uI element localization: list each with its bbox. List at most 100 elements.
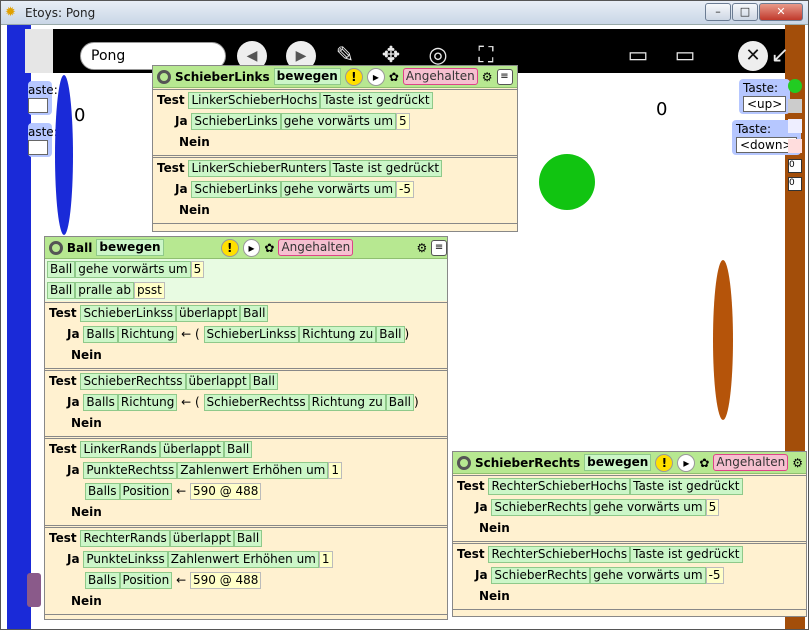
position-value-tile[interactable]: 590 @ 488 xyxy=(189,572,262,589)
close-window-button[interactable]: ✕ xyxy=(759,3,803,21)
object-tile[interactable]: Ball xyxy=(376,326,405,343)
maximize-button[interactable]: □ xyxy=(732,3,758,21)
script-menu-icon[interactable]: ≡ xyxy=(496,68,513,85)
score-thumb-icon[interactable]: 0 xyxy=(788,177,802,191)
command-tile[interactable]: gehe vorwärts um xyxy=(280,113,397,130)
script-ball-bewegen[interactable]: Ball bewegen ! ▸ ✿ Angehalten ⚙ ≡ Ball ge… xyxy=(44,236,448,620)
status-selector[interactable]: Angehalten xyxy=(278,239,354,256)
script-header[interactable]: Ball bewegen ! ▸ ✿ Angehalten ⚙ ≡ xyxy=(45,237,447,259)
assign-arrow[interactable]: ← xyxy=(176,484,186,498)
condition-tile[interactable]: Taste ist gedrückt xyxy=(630,546,743,563)
object-tile[interactable]: Balls xyxy=(85,572,120,589)
condition-tile[interactable]: RechterRands xyxy=(80,530,170,547)
object-tile[interactable]: Balls xyxy=(85,483,120,500)
script-options-icon[interactable]: ⚙ xyxy=(416,241,427,255)
test-block[interactable]: Test SchieberLinkss überlappt Ball Ja Ball… xyxy=(45,302,447,369)
condition-tile[interactable]: überlappt xyxy=(159,441,224,458)
script-schieberlinks-bewegen[interactable]: SchieberLinks bewegen ! ▸ ✿ Angehalten ⚙… xyxy=(152,65,518,232)
command-tile[interactable]: pralle ab xyxy=(75,282,135,299)
value-tile[interactable]: -5 xyxy=(396,181,415,198)
object-tile[interactable]: Balls xyxy=(83,326,118,343)
script-handle-icon[interactable] xyxy=(157,69,171,84)
condition-tile[interactable]: LinkerSchieberRunters xyxy=(188,160,330,177)
object-tile[interactable]: SchieberRechts xyxy=(491,567,591,584)
function-tile[interactable]: Richtung zu xyxy=(308,394,386,411)
script-handle-icon[interactable] xyxy=(49,240,63,255)
key-value[interactable]: <up> xyxy=(743,96,787,112)
status-selector[interactable]: Angehalten xyxy=(713,454,789,471)
run-once-button[interactable]: ! xyxy=(344,67,363,86)
open-folder-icon[interactable]: ▭ xyxy=(623,41,653,71)
command-tile[interactable]: gehe vorwärts um xyxy=(590,499,706,516)
value-tile[interactable]: 5 xyxy=(190,261,205,278)
condition-tile[interactable]: überlappt xyxy=(169,530,234,547)
condition-tile[interactable]: RechterSchieberHochs xyxy=(488,478,631,495)
condition-tile[interactable]: LinkerSchieberHochs xyxy=(188,92,321,109)
command-tile[interactable]: gehe vorwärts um xyxy=(75,261,191,278)
trash-icon[interactable] xyxy=(27,573,41,607)
script-name[interactable]: bewegen xyxy=(273,68,341,85)
run-once-button[interactable]: ! xyxy=(655,453,674,472)
test-block[interactable]: Test RechterSchieberHochs Taste ist gedrü… xyxy=(453,475,806,542)
condition-tile[interactable]: LinkerRands xyxy=(80,441,160,458)
object-tile[interactable]: Ball xyxy=(47,282,76,299)
condition-tile[interactable]: Ball xyxy=(223,441,253,458)
key-tile-up[interactable]: Taste: <up> xyxy=(739,79,791,114)
command-tile[interactable]: gehe vorwärts um xyxy=(590,567,706,584)
minimize-button[interactable]: – xyxy=(705,3,731,21)
tick-icon[interactable]: ✿ xyxy=(264,241,274,255)
object-tile[interactable]: Balls xyxy=(83,394,118,411)
right-paddle[interactable] xyxy=(713,260,733,420)
condition-tile[interactable]: Ball xyxy=(233,530,263,547)
object-tile[interactable]: Ball xyxy=(385,394,415,411)
condition-tile[interactable]: Ball xyxy=(240,305,269,322)
etoys-world[interactable]: Pong ◀ ▶ ✎ ✥ ◎ ⛶ ▭ ▭ ✕ ↙ 0 0 aste: aste:… xyxy=(1,25,808,629)
score-left[interactable]: 0 xyxy=(74,105,85,126)
assign-arrow[interactable]: ← xyxy=(181,327,191,341)
script-menu-icon[interactable]: ≡ xyxy=(431,239,447,256)
ball[interactable] xyxy=(539,154,595,210)
test-block[interactable]: Test LinkerSchieberRunters Taste ist gedr… xyxy=(153,157,517,224)
value-tile[interactable]: 5 xyxy=(396,113,410,130)
assign-arrow[interactable]: ← xyxy=(181,395,191,409)
value-tile[interactable]: -5 xyxy=(705,567,724,584)
command-tile[interactable]: gehe vorwärts um xyxy=(280,181,397,198)
object-tile[interactable]: SchieberLinks xyxy=(191,113,281,130)
tick-icon[interactable]: ✿ xyxy=(389,70,399,84)
function-tile[interactable]: Richtung zu xyxy=(299,326,377,343)
script-name[interactable]: bewegen xyxy=(96,239,164,256)
condition-tile[interactable]: Taste ist gedrückt xyxy=(630,478,743,495)
condition-tile[interactable]: SchieberRechtss xyxy=(80,373,186,390)
script-options-icon[interactable]: ⚙ xyxy=(482,70,493,84)
value-tile[interactable]: 1 xyxy=(318,551,333,568)
object-tile[interactable]: SchieberLinks xyxy=(191,181,281,198)
script-header[interactable]: SchieberLinks bewegen ! ▸ ✿ Angehalten ⚙… xyxy=(153,66,517,88)
condition-tile[interactable]: SchieberLinkss xyxy=(80,305,176,322)
status-selector[interactable]: Angehalten xyxy=(402,68,478,85)
assign-arrow[interactable]: ← xyxy=(176,573,186,587)
test-block[interactable]: Test LinkerSchieberHochs Taste ist gedrüc… xyxy=(153,89,517,156)
property-tile[interactable]: Richtung xyxy=(117,394,178,411)
brown-paddle-thumb-icon[interactable] xyxy=(788,139,802,153)
object-tile[interactable]: Ball xyxy=(47,261,76,278)
position-value-tile[interactable]: 590 @ 488 xyxy=(189,483,262,500)
left-paddle[interactable] xyxy=(55,75,73,235)
object-tile[interactable]: PunkteRechtss xyxy=(83,462,178,479)
score-thumb-icon[interactable]: 0 xyxy=(788,159,802,173)
test-block[interactable]: Test RechterRands überlappt Ball Ja Punkte… xyxy=(45,527,447,615)
property-tile[interactable]: Richtung xyxy=(117,326,178,343)
sound-tile[interactable]: psst xyxy=(134,282,165,299)
script-name[interactable]: bewegen xyxy=(584,454,652,471)
script-header[interactable]: SchieberRechts bewegen ! ▸ ✿ Angehalten … xyxy=(453,452,806,474)
green-dot-icon[interactable] xyxy=(788,79,802,93)
condition-tile[interactable]: überlappt xyxy=(185,373,250,390)
step-button[interactable]: ▸ xyxy=(366,67,385,86)
value-tile[interactable]: 5 xyxy=(705,499,720,516)
property-tile[interactable]: Position xyxy=(119,572,173,589)
score-right[interactable]: 0 xyxy=(656,99,667,120)
script-options-icon[interactable]: ⚙ xyxy=(792,456,803,470)
command-tile[interactable]: Zahlenwert Erhöhen um xyxy=(177,462,329,479)
tick-icon[interactable]: ✿ xyxy=(699,456,709,470)
script-handle-icon[interactable] xyxy=(457,455,471,470)
condition-tile[interactable]: Taste ist gedrückt xyxy=(320,92,433,109)
